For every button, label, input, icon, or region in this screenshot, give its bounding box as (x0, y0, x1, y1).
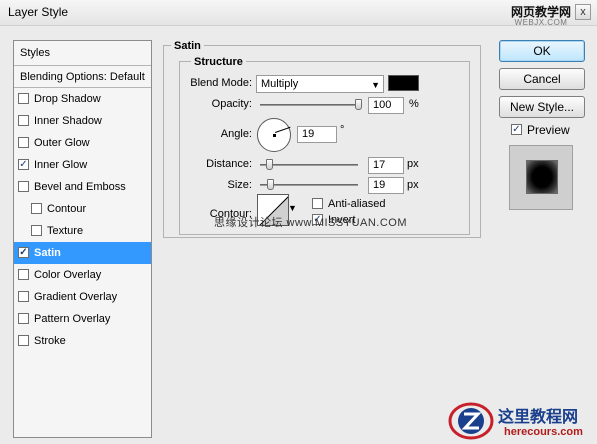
style-item-pattern-overlay[interactable]: Pattern Overlay (14, 308, 151, 330)
style-item-color-overlay[interactable]: Color Overlay (14, 264, 151, 286)
style-item-label: Pattern Overlay (34, 313, 111, 325)
structure-title: Structure (191, 56, 246, 68)
style-checkbox[interactable] (18, 334, 29, 346)
angle-label: Angle: (220, 128, 252, 140)
blending-options-item[interactable]: Blending Options: Default (14, 66, 151, 88)
style-item-gradient-overlay[interactable]: Gradient Overlay (14, 286, 151, 308)
preview-swatch (527, 161, 557, 193)
contour-dropdown-icon[interactable]: ▼ (288, 203, 297, 213)
angle-indicator (275, 126, 291, 133)
watermark-top: 网页教学网 WEBJX.COM (511, 6, 571, 27)
distance-slider-track[interactable] (260, 164, 358, 166)
preview-label: Preview (527, 123, 570, 137)
opacity-unit: % (409, 98, 419, 110)
distance-label: Distance: (206, 158, 252, 170)
style-checkbox[interactable]: ✓ (18, 246, 29, 258)
angle-center-dot (273, 134, 276, 137)
style-item-label: Inner Glow (34, 159, 88, 171)
window-title: Layer Style (8, 5, 69, 19)
style-item-inner-glow[interactable]: ✓ Inner Glow (14, 154, 151, 176)
style-item-inner-shadow[interactable]: Inner Shadow (14, 110, 151, 132)
style-item-label: Gradient Overlay (34, 291, 118, 303)
style-item-label: Stroke (34, 335, 66, 347)
angle-dial[interactable] (257, 118, 291, 152)
blend-mode-label: Blend Mode: (190, 77, 252, 89)
style-checkbox[interactable] (18, 180, 29, 192)
anti-aliased-checkbox[interactable]: Anti-aliased (312, 197, 386, 210)
new-style-button[interactable]: New Style... (499, 96, 585, 118)
size-input[interactable]: 19 (368, 177, 404, 194)
close-button[interactable]: x (575, 4, 591, 20)
style-item-label: Outer Glow (34, 137, 90, 149)
watermark-bottom: 这里教程网 herecours.com (448, 401, 596, 442)
style-item-contour[interactable]: Contour (14, 198, 151, 220)
ok-button[interactable]: OK (499, 40, 585, 62)
title-bar: Layer Style 网页教学网 WEBJX.COM x (0, 0, 597, 27)
styles-header[interactable]: Styles (14, 41, 151, 66)
angle-input[interactable]: 19 (297, 126, 337, 143)
size-slider-track[interactable] (260, 184, 358, 186)
style-checkbox[interactable] (31, 224, 42, 236)
style-checkbox[interactable] (18, 312, 29, 324)
watermark-top-main: 网页教学网 (510, 5, 571, 19)
style-checkbox[interactable] (18, 114, 29, 126)
style-item-label: Satin (34, 247, 61, 259)
size-slider-thumb[interactable] (267, 179, 275, 190)
style-item-texture[interactable]: Texture (14, 220, 151, 242)
anti-aliased-box[interactable] (312, 197, 323, 209)
style-checkbox[interactable] (18, 136, 29, 148)
opacity-label: Opacity: (211, 98, 252, 110)
style-item-label: Texture (47, 225, 84, 237)
satin-title: Satin (171, 40, 204, 52)
watermark-middle: 思缘设计论坛 www.MISSYUAN.COM (214, 217, 408, 229)
angle-unit: ° (340, 124, 345, 136)
style-item-label: Bevel and Emboss (34, 181, 126, 193)
size-label: Size: (227, 179, 252, 191)
distance-slider-thumb[interactable] (266, 159, 274, 170)
watermark-bottom-main: 这里教程网 (498, 407, 579, 426)
blend-mode-select[interactable]: Multiply ▼ (256, 75, 384, 93)
watermark-top-sub: WEBJX.COM (514, 18, 568, 27)
style-checkbox[interactable] (18, 92, 29, 104)
preview-thumbnail (509, 145, 573, 210)
style-item-stroke[interactable]: Stroke (14, 330, 151, 352)
style-item-label: Contour (47, 203, 87, 215)
chevron-down-icon: ▼ (371, 80, 380, 90)
style-item-outer-glow[interactable]: Outer Glow (14, 132, 151, 154)
watermark-logo-icon (448, 402, 494, 440)
watermark-bottom-url: herecours.com (504, 426, 583, 438)
anti-aliased-label: Anti-aliased (328, 198, 386, 210)
style-item-label: Color Overlay (34, 269, 102, 281)
style-checkbox[interactable] (18, 268, 29, 280)
style-checkbox[interactable]: ✓ (18, 158, 29, 170)
style-item-satin[interactable]: ✓ Satin (14, 242, 151, 264)
blend-color-swatch[interactable] (388, 75, 419, 91)
opacity-input[interactable]: 100 (368, 97, 404, 114)
opacity-slider-thumb[interactable] (355, 99, 362, 110)
style-item-bevel-and-emboss[interactable]: Bevel and Emboss (14, 176, 151, 198)
distance-unit: px (407, 158, 419, 170)
style-checkbox[interactable] (18, 290, 29, 302)
distance-input[interactable]: 17 (368, 157, 404, 174)
size-unit: px (407, 179, 419, 191)
opacity-slider-track[interactable] (260, 104, 362, 106)
preview-box[interactable]: ✓ (511, 124, 522, 136)
blend-mode-value: Multiply (261, 78, 299, 90)
style-item-label: Inner Shadow (34, 115, 102, 127)
style-checkbox[interactable] (31, 202, 42, 214)
preview-checkbox[interactable]: ✓ Preview (511, 123, 570, 137)
cancel-button[interactable]: Cancel (499, 68, 585, 90)
styles-list: Styles Blending Options: Default Drop Sh… (13, 40, 152, 438)
style-item-drop-shadow[interactable]: Drop Shadow (14, 88, 151, 110)
style-item-label: Drop Shadow (34, 93, 101, 105)
